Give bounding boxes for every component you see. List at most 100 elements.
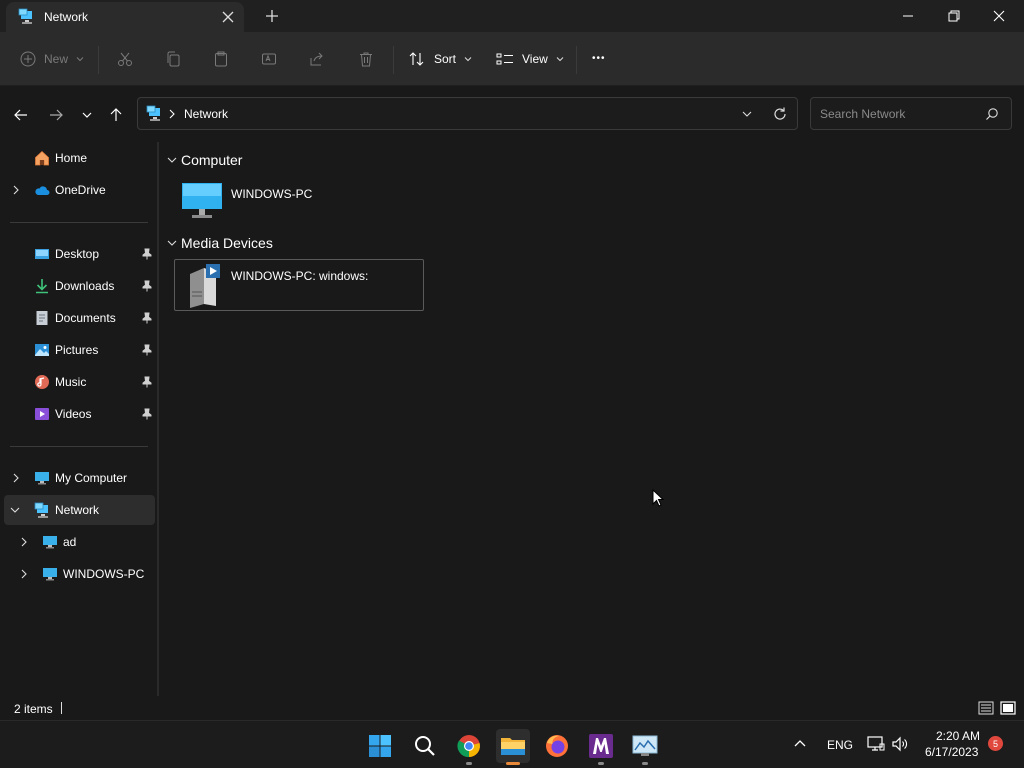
view-button[interactable]: View (496, 48, 564, 70)
item-label: WINDOWS-PC: windows: (231, 269, 369, 283)
breadcrumb[interactable]: Network (184, 107, 228, 121)
cut-button[interactable] (117, 48, 133, 70)
item-media-server[interactable]: WINDOWS-PC: windows: (174, 259, 424, 311)
refresh-icon[interactable] (772, 106, 788, 122)
copy-icon (165, 51, 181, 67)
forward-button[interactable] (45, 104, 67, 126)
sidebar-item-label: Home (55, 151, 88, 165)
share-icon (309, 51, 325, 67)
file-list: Computer WINDOWS-PC Media Devices WINDOW… (159, 142, 1024, 696)
up-button[interactable] (105, 104, 127, 126)
desktop-icon (34, 246, 50, 262)
sort-icon (408, 51, 426, 67)
onedrive-icon (34, 182, 50, 198)
sidebar-item-documents[interactable]: Documents (4, 303, 155, 333)
sidebar-item-my-computer[interactable]: My Computer (4, 463, 155, 493)
clock-time[interactable]: 2:20 AM (936, 729, 980, 743)
sidebar-item-downloads[interactable]: Downloads (4, 271, 155, 301)
sidebar-item-music[interactable]: Music (4, 367, 155, 397)
sidebar-item-pictures[interactable]: Pictures (4, 335, 155, 365)
minimize-button[interactable] (885, 0, 931, 32)
taskbar-search-button[interactable] (408, 729, 442, 763)
downloads-icon (34, 278, 50, 294)
cut-icon (117, 51, 133, 67)
sidebar-item-desktop[interactable]: Desktop (4, 239, 155, 269)
chevron-right-icon[interactable] (12, 473, 20, 483)
close-window-button[interactable] (976, 0, 1022, 32)
running-indicator (598, 762, 604, 765)
chevron-down-icon[interactable] (741, 109, 753, 119)
sidebar-item-windows-pc[interactable]: WINDOWS-PC (4, 559, 155, 589)
tab-title: Network (44, 10, 89, 24)
pin-icon[interactable] (142, 280, 152, 292)
address-bar[interactable]: Network (137, 97, 798, 130)
sidebar-item-network[interactable]: Network (4, 495, 155, 525)
running-indicator (642, 762, 648, 765)
paste-button[interactable] (213, 48, 229, 70)
chevron-right-icon[interactable] (20, 569, 28, 579)
taskbar-firefox[interactable] (540, 729, 574, 763)
start-icon (368, 734, 392, 758)
more-options-button[interactable]: ••• (592, 47, 606, 69)
volume-icon[interactable] (891, 736, 909, 752)
details-view-icon[interactable] (978, 700, 994, 716)
search-input[interactable]: Search Network (820, 107, 905, 121)
taskbar-file-explorer[interactable] (496, 729, 530, 765)
notification-badge[interactable]: 5 (988, 736, 1003, 751)
group-header-computer[interactable]: Computer (167, 152, 467, 172)
computer-icon (42, 566, 58, 582)
title-bar: Network (0, 0, 1024, 32)
sidebar-item-onedrive[interactable]: OneDrive (4, 175, 155, 205)
large-icons-view-icon[interactable] (1000, 700, 1016, 716)
chevron-down-icon[interactable] (167, 239, 177, 247)
sidebar-item-label: ad (63, 535, 77, 549)
share-button[interactable] (309, 48, 325, 70)
clock-date[interactable]: 6/17/2023 (925, 745, 978, 759)
network-icon (146, 105, 164, 123)
media-server-icon (182, 262, 222, 308)
trash-icon (358, 51, 374, 67)
home-icon (34, 150, 50, 166)
item-windows-pc[interactable]: WINDOWS-PC (179, 179, 379, 223)
search-box[interactable]: Search Network (810, 97, 1012, 130)
taskbar-monitor-app[interactable] (628, 729, 662, 765)
pin-icon[interactable] (142, 312, 152, 324)
chevron-right-icon[interactable] (12, 185, 20, 195)
start-button[interactable] (363, 729, 397, 763)
rename-button[interactable] (261, 48, 277, 70)
group-header-media-devices[interactable]: Media Devices (167, 235, 467, 255)
sidebar-item-home[interactable]: Home (4, 143, 155, 173)
chevron-right-icon (168, 109, 176, 119)
pin-icon[interactable] (142, 408, 152, 420)
pin-icon[interactable] (142, 248, 152, 260)
pin-icon[interactable] (142, 344, 152, 356)
close-tab-icon[interactable] (220, 9, 236, 25)
recent-locations-button[interactable] (76, 104, 98, 126)
new-button[interactable]: New (20, 48, 84, 70)
file-explorer-icon (500, 735, 526, 757)
show-hidden-icons-icon[interactable] (794, 739, 806, 749)
back-button[interactable] (10, 104, 32, 126)
sort-button[interactable]: Sort (408, 48, 472, 70)
address-row: Network Search Network (0, 86, 1024, 142)
new-tab-button[interactable] (263, 7, 281, 25)
network-status-icon[interactable] (867, 736, 885, 752)
chevron-right-icon[interactable] (20, 537, 28, 547)
taskbar-chrome[interactable] (452, 729, 486, 765)
copy-button[interactable] (165, 48, 181, 70)
chevron-down-icon[interactable] (10, 506, 20, 514)
restore-button[interactable] (931, 0, 977, 32)
documents-icon (34, 310, 50, 326)
sidebar-item-videos[interactable]: Videos (4, 399, 155, 429)
chevron-down-icon[interactable] (167, 156, 177, 164)
status-bar: 2 items (0, 696, 1024, 720)
network-icon (18, 8, 36, 26)
tab-network[interactable]: Network (6, 2, 244, 32)
delete-button[interactable] (358, 48, 374, 70)
sidebar-item-ad[interactable]: ad (4, 527, 155, 557)
monitor-app-icon (632, 735, 658, 757)
sidebar-item-label: Videos (55, 407, 92, 421)
pin-icon[interactable] (142, 376, 152, 388)
language-indicator[interactable]: ENG (827, 738, 853, 752)
taskbar-m-app[interactable] (584, 729, 618, 765)
